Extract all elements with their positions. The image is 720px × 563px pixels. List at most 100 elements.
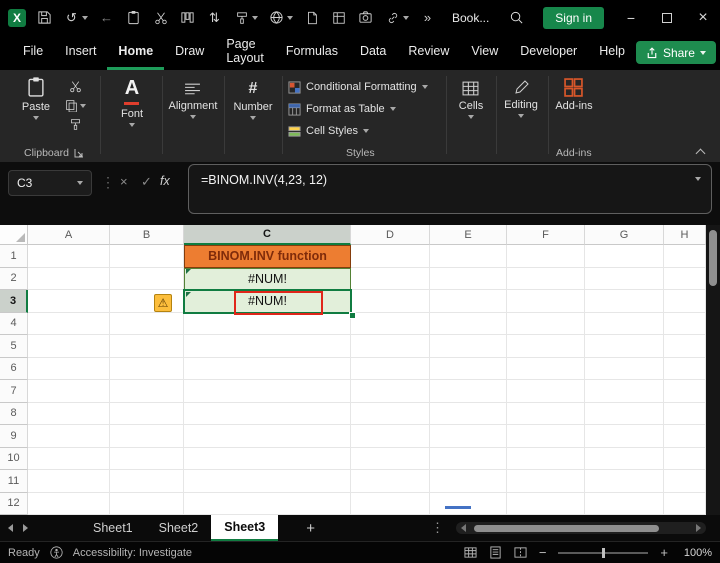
- menu-developer[interactable]: Developer: [509, 35, 588, 70]
- cell-a11[interactable]: [28, 470, 110, 493]
- cell-c1-value[interactable]: BINOM.INV function: [184, 245, 351, 268]
- row-header-3[interactable]: 3: [0, 290, 28, 313]
- next-sheet-icon[interactable]: [23, 524, 28, 532]
- tab-sheet2[interactable]: Sheet2: [146, 515, 212, 541]
- cell-h6[interactable]: [664, 357, 706, 380]
- cell-a7[interactable]: [28, 380, 110, 403]
- cell-g11[interactable]: [585, 470, 664, 493]
- cell-a2[interactable]: [28, 267, 110, 290]
- cell-c12[interactable]: [184, 492, 351, 515]
- cell-f1[interactable]: [507, 245, 585, 268]
- cell-h4[interactable]: [664, 312, 706, 335]
- column-header-h[interactable]: H: [664, 225, 706, 245]
- cell-f3[interactable]: [507, 290, 585, 313]
- scroll-right-icon[interactable]: [696, 524, 701, 532]
- cell-c7[interactable]: [184, 380, 351, 403]
- menu-insert[interactable]: Insert: [54, 35, 107, 70]
- menu-view[interactable]: View: [460, 35, 509, 70]
- cell-d8[interactable]: [351, 402, 430, 425]
- tab-options-icon[interactable]: ⋮: [431, 520, 444, 536]
- zoom-slider-thumb[interactable]: [602, 547, 606, 558]
- cell-f5[interactable]: [507, 335, 585, 358]
- cell-e10[interactable]: [430, 447, 507, 470]
- column-header-g[interactable]: G: [585, 225, 664, 245]
- format-as-table-button[interactable]: Format as Table: [288, 98, 396, 120]
- search-icon[interactable]: [508, 9, 525, 26]
- cell-b8[interactable]: [110, 402, 184, 425]
- cell-d5[interactable]: [351, 335, 430, 358]
- row-header-7[interactable]: 7: [0, 380, 28, 403]
- cell-e6[interactable]: [430, 357, 507, 380]
- cell-f2[interactable]: [507, 267, 585, 290]
- confirm-entry-button[interactable]: ✓: [141, 174, 152, 190]
- page-layout-view-icon[interactable]: [489, 546, 502, 559]
- cell-d1[interactable]: [351, 245, 430, 268]
- cell-f8[interactable]: [507, 402, 585, 425]
- cell-c6[interactable]: [184, 357, 351, 380]
- menu-file[interactable]: File: [12, 35, 54, 70]
- vertical-scrollbar-thumb[interactable]: [709, 230, 717, 286]
- cell-d3[interactable]: [351, 290, 430, 313]
- cell-d9[interactable]: [351, 425, 430, 448]
- cell-b7[interactable]: [110, 380, 184, 403]
- cell-e9[interactable]: [430, 425, 507, 448]
- new-sheet-button[interactable]: +: [306, 520, 315, 537]
- accessibility-status[interactable]: Accessibility: Investigate: [73, 547, 192, 559]
- cell-f9[interactable]: [507, 425, 585, 448]
- row-header-12[interactable]: 12: [0, 492, 28, 515]
- cell-b11[interactable]: [110, 470, 184, 493]
- horizontal-scrollbar[interactable]: [456, 522, 706, 534]
- tab-sheet1[interactable]: Sheet1: [80, 515, 146, 541]
- more-commands-icon[interactable]: »: [419, 9, 436, 26]
- menu-data[interactable]: Data: [349, 35, 397, 70]
- scroll-left-icon[interactable]: [461, 524, 466, 532]
- collapse-ribbon-button[interactable]: [695, 146, 706, 160]
- zoom-in-button[interactable]: +: [660, 545, 668, 560]
- cell-c8[interactable]: [184, 402, 351, 425]
- cell-b10[interactable]: [110, 447, 184, 470]
- zoom-out-button[interactable]: −: [539, 545, 547, 560]
- select-all-corner[interactable]: [0, 225, 28, 245]
- cell-a12[interactable]: [28, 492, 110, 515]
- row-header-9[interactable]: 9: [0, 425, 28, 448]
- cell-a5[interactable]: [28, 335, 110, 358]
- cell-b9[interactable]: [110, 425, 184, 448]
- cell-e2[interactable]: [430, 267, 507, 290]
- cell-d7[interactable]: [351, 380, 430, 403]
- horizontal-scrollbar-thumb[interactable]: [474, 524, 659, 532]
- cell-d12[interactable]: [351, 492, 430, 515]
- cell-a10[interactable]: [28, 447, 110, 470]
- cell-c10[interactable]: [184, 447, 351, 470]
- vertical-scrollbar[interactable]: [706, 225, 720, 515]
- previous-sheet-icon[interactable]: [8, 524, 13, 532]
- cell-g12[interactable]: [585, 492, 664, 515]
- column-header-c[interactable]: C: [184, 225, 351, 245]
- cell-g10[interactable]: [585, 447, 664, 470]
- cell-c2-value[interactable]: #NUM!: [184, 267, 351, 290]
- cut-icon[interactable]: [67, 78, 84, 95]
- cell-e8[interactable]: [430, 402, 507, 425]
- cell-a8[interactable]: [28, 402, 110, 425]
- cell-c11[interactable]: [184, 470, 351, 493]
- clipboard-dialog-launcher-icon[interactable]: [74, 148, 84, 158]
- zoom-level[interactable]: 100%: [680, 547, 712, 559]
- cell-g8[interactable]: [585, 402, 664, 425]
- cell-g4[interactable]: [585, 312, 664, 335]
- cell-d11[interactable]: [351, 470, 430, 493]
- cell-h2[interactable]: [664, 267, 706, 290]
- cell-g1[interactable]: [585, 245, 664, 268]
- alignment-group-button[interactable]: Alignment: [166, 70, 220, 142]
- cell-g9[interactable]: [585, 425, 664, 448]
- cell-e3[interactable]: [430, 290, 507, 313]
- cell-h12[interactable]: [664, 492, 706, 515]
- row-header-2[interactable]: 2: [0, 267, 28, 290]
- share-button[interactable]: Share: [635, 41, 716, 64]
- cancel-entry-button[interactable]: ×: [120, 174, 128, 189]
- camera-icon[interactable]: [357, 9, 374, 26]
- formula-input[interactable]: =BINOM.INV(4,23, 12): [188, 164, 712, 214]
- row-header-4[interactable]: 4: [0, 312, 28, 335]
- maximize-button[interactable]: [658, 10, 676, 26]
- cell-b2[interactable]: [110, 267, 184, 290]
- row-header-11[interactable]: 11: [0, 470, 28, 493]
- cell-b5[interactable]: [110, 335, 184, 358]
